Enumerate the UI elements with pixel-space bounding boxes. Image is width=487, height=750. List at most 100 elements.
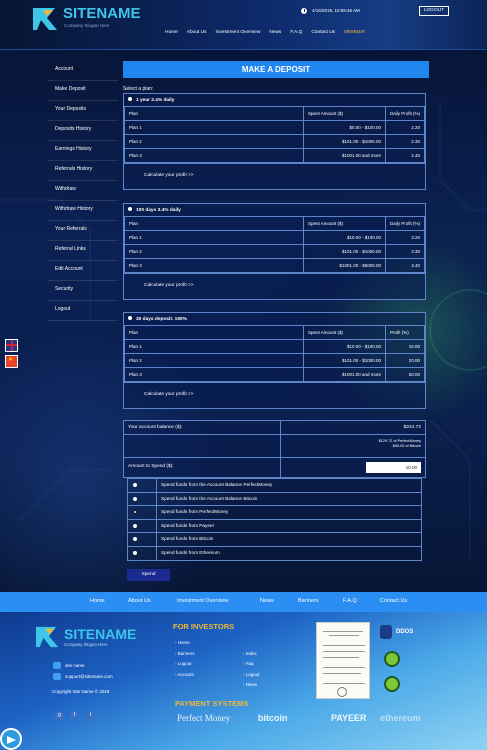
footer-nav-banners[interactable]: Banners <box>298 598 319 604</box>
nav-about-us[interactable]: About Us <box>187 30 207 35</box>
plan-radio[interactable] <box>128 207 132 211</box>
profit-cell: 10.00 <box>385 339 425 354</box>
plan-name-cell: Plan 2 <box>124 244 304 259</box>
payment-radio[interactable] <box>128 479 157 492</box>
footer-email[interactable]: support@sitename.com <box>65 674 113 679</box>
table-row: Plan 2 $101.00 - $1000.00 2.30 <box>124 134 425 149</box>
plan-header[interactable]: 1 year 2.4% daily <box>124 94 425 106</box>
column-header: Spent Amount ($) <box>303 216 386 231</box>
twitter-icon[interactable]: t <box>86 711 95 720</box>
logo-tagline: Company Slogan Here <box>64 23 110 28</box>
sidebar-item-referral-links[interactable]: Referral Links <box>48 241 118 261</box>
calculate-profit-link[interactable]: Calculate your profit >> <box>124 273 425 299</box>
sidebar-item-withdraw[interactable]: Withdraw <box>48 181 118 201</box>
sidebar-item-your-referrals[interactable]: Your Referrals <box>48 221 118 241</box>
sidebar-item-security[interactable]: Security <box>48 281 118 301</box>
nav-contact-us[interactable]: Contact Us <box>311 30 335 35</box>
list-item[interactable]: Spend funds from Ethereum <box>128 546 421 560</box>
sidebar-item-earnings-history[interactable]: Earnings History <box>48 141 118 161</box>
list-item[interactable]: Spend funds from the Account Balance Per… <box>128 479 421 493</box>
column-header: Profit (%) <box>385 325 425 340</box>
footer-nav-about-us[interactable]: About Us <box>128 598 151 604</box>
plan-header[interactable]: 30 days deposit. 150% <box>124 313 425 325</box>
payment-option-label: Spend funds from PerfectMoney <box>161 509 229 514</box>
list-item[interactable]: Spend funds from PerfectMoney <box>128 506 421 520</box>
footer-link-logout-2[interactable]: Logout <box>243 672 260 677</box>
balance-bitcoin: $90.00 of Bitcoin <box>392 444 421 448</box>
ddos-shield-icon <box>380 625 392 639</box>
list-item[interactable]: Spend funds from the Account Balance Bit… <box>128 492 421 506</box>
footer-logo-text[interactable]: SITENAME <box>64 626 136 642</box>
plan-name: 100 days 3.4% daily <box>136 208 181 213</box>
payment-radio[interactable] <box>128 546 157 560</box>
footer-link-news[interactable]: News <box>243 682 257 687</box>
list-item[interactable]: Spend funds from Bitcoin <box>128 533 421 547</box>
account-sidebar: Account Make Deposit Your Deposits Depos… <box>48 61 118 321</box>
column-header: Plan <box>124 106 304 121</box>
nav-home[interactable]: Home <box>165 30 178 35</box>
sidebar-item-make-deposit[interactable]: Make Deposit <box>48 81 118 101</box>
plan-block: 30 days deposit. 150% Plan Spent Amount … <box>123 312 426 409</box>
column-header: Spent Amount ($) <box>303 325 386 340</box>
list-item[interactable]: Spend funds from Payeer <box>128 519 421 533</box>
calculate-profit-link[interactable]: Calculate your profit >> <box>124 382 425 408</box>
chinese-flag-icon[interactable] <box>5 355 18 368</box>
footer-nav: Home About Us Investment Overview News B… <box>0 592 487 612</box>
perfectmoney-logo: Perfect Money <box>177 713 231 723</box>
company-certificate-image[interactable] <box>316 622 370 699</box>
table-row: Plan 1 $10.00 - $100.00 10.00 <box>124 339 425 354</box>
sidebar-item-account[interactable]: Account <box>48 61 118 81</box>
logout-button[interactable]: LOGOUT <box>419 6 449 16</box>
profit-cell: 20.00 <box>385 353 425 368</box>
footer-nav-faq[interactable]: F.A.Q <box>343 598 357 604</box>
nav-investment-overview[interactable]: Investment Overview <box>216 30 261 35</box>
footer-nav-investment-overview[interactable]: Investment Overview <box>177 598 228 604</box>
footer-link-faq[interactable]: Faq <box>243 661 254 666</box>
nav-faq[interactable]: F.A.Q <box>290 30 302 35</box>
facebook-icon[interactable]: f <box>70 711 79 720</box>
sidebar-item-logout[interactable]: Logout <box>48 301 118 321</box>
english-flag-icon[interactable] <box>5 339 18 352</box>
sidebar-item-edit-account[interactable]: Edit Account <box>48 261 118 281</box>
plan-radio[interactable] <box>128 316 132 320</box>
payment-option-label: Spend funds from Ethereum <box>161 549 220 555</box>
logo-text[interactable]: SITENAME <box>63 5 141 22</box>
footer-nav-home[interactable]: Home <box>90 598 105 604</box>
footer-link-home[interactable]: Home <box>175 640 190 645</box>
amount-input[interactable]: 10.00 <box>366 462 421 473</box>
payment-radio[interactable] <box>128 533 157 546</box>
spend-button[interactable]: Spend <box>127 569 170 581</box>
payment-radio[interactable] <box>128 506 157 519</box>
plan-header[interactable]: 100 days 3.4% daily <box>124 204 425 216</box>
footer-link-logout[interactable]: Logout <box>175 661 192 666</box>
balance-detail-spacer <box>124 435 281 457</box>
plan-name-cell: Plan 3 <box>124 148 304 163</box>
footer-link-index[interactable]: Index <box>243 651 257 656</box>
payment-option-label: Spend funds from Bitcoin <box>161 536 214 541</box>
telegram-icon[interactable] <box>0 728 22 750</box>
column-header: Daily Profit (%) <box>385 216 425 231</box>
sidebar-item-your-deposits[interactable]: Your Deposits <box>48 101 118 121</box>
sidebar-item-deposits-history[interactable]: Deposits History <box>48 121 118 141</box>
ddos-label: DDOS <box>396 629 414 635</box>
plan-name: 1 year 2.4% daily <box>136 98 175 103</box>
payment-radio[interactable] <box>128 492 157 505</box>
footer-nav-contact-us[interactable]: Contact Us <box>380 598 407 604</box>
column-header: Plan <box>124 216 304 231</box>
table-row: Plan 3 $1001.00 and more 2.40 <box>124 148 425 163</box>
google-plus-icon[interactable]: g <box>55 711 64 720</box>
footer-logo-icon[interactable] <box>33 625 63 649</box>
sidebar-item-withdraw-history[interactable]: Withdraw History <box>48 201 118 221</box>
sidebar-item-referrals-history[interactable]: Referrals History <box>48 161 118 181</box>
footer-link-account[interactable]: Account <box>175 672 194 677</box>
footer-link-banners[interactable]: Banners <box>175 651 195 656</box>
plan-radio[interactable] <box>128 97 132 101</box>
profit-cell: 2.30 <box>385 134 425 149</box>
calculate-profit-link[interactable]: Calculate your profit >> <box>124 163 425 189</box>
amount-cell: 10.00 <box>281 458 425 477</box>
payment-radio[interactable] <box>128 519 157 532</box>
logo-icon[interactable] <box>31 6 61 32</box>
nav-member[interactable]: MEMBER <box>344 30 365 35</box>
nav-news[interactable]: News <box>269 30 281 35</box>
footer-nav-news[interactable]: News <box>260 598 274 604</box>
